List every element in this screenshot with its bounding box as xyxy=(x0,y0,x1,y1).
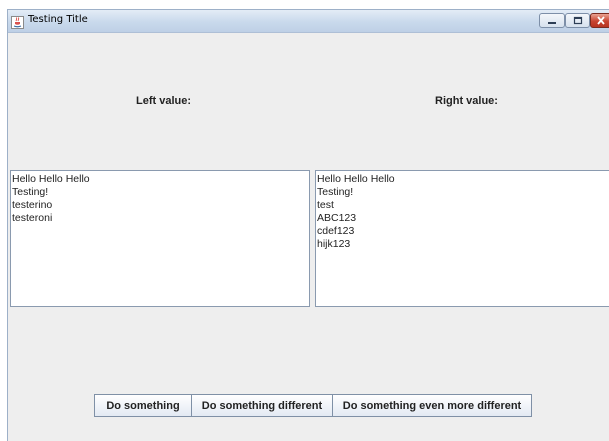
left-value-label: Left value: xyxy=(136,95,192,107)
title-bar[interactable]: Testing Title xyxy=(8,10,609,33)
list-item[interactable]: testeroni xyxy=(12,212,309,225)
minimize-button[interactable] xyxy=(539,13,565,28)
right-value-label: Right value: xyxy=(435,95,498,107)
list-item[interactable]: test xyxy=(317,199,609,212)
java-cup-icon xyxy=(11,14,24,29)
do-something-even-more-different-button[interactable]: Do something even more different xyxy=(332,394,532,417)
maximize-button[interactable] xyxy=(565,13,590,28)
close-button[interactable] xyxy=(590,13,609,28)
app-window: Testing Title Left value: Right value: H… xyxy=(7,9,609,441)
right-list[interactable]: Hello Hello Hello Testing! test ABC123 c… xyxy=(315,170,609,307)
list-item[interactable]: Testing! xyxy=(317,186,609,199)
list-item[interactable]: ABC123 xyxy=(317,212,609,225)
maximize-icon xyxy=(573,16,582,25)
list-item[interactable]: hijk123 xyxy=(317,238,609,251)
do-something-different-button[interactable]: Do something different xyxy=(191,394,333,417)
list-item[interactable]: Hello Hello Hello xyxy=(12,173,309,186)
list-item[interactable]: testerino xyxy=(12,199,309,212)
do-something-button[interactable]: Do something xyxy=(94,394,192,417)
list-item[interactable]: Testing! xyxy=(12,186,309,199)
close-icon xyxy=(597,16,605,25)
minimize-icon xyxy=(548,22,556,24)
list-item[interactable]: Hello Hello Hello xyxy=(317,173,609,186)
list-item[interactable]: cdef123 xyxy=(317,225,609,238)
window-title: Testing Title xyxy=(28,14,88,25)
left-list[interactable]: Hello Hello Hello Testing! testerino tes… xyxy=(10,170,310,307)
